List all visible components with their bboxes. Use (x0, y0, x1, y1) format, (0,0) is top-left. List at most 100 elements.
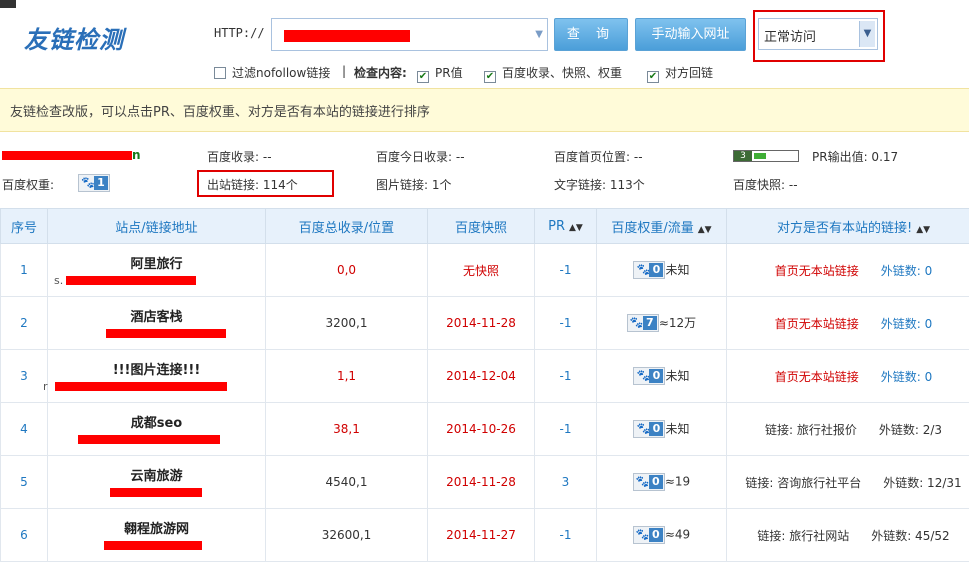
sort-icon[interactable]: ▲▼ (698, 225, 712, 235)
snapshot[interactable]: 2014-11-27 (428, 509, 535, 562)
table-header-row: 序号 站点/链接地址 百度总收录/位置 百度快照 PR▲▼ 百度权重/流量▲▼ … (1, 209, 969, 244)
domain-text: n (2, 148, 141, 162)
checkbox-checked-icon[interactable]: ✔ (484, 71, 496, 83)
snapshot[interactable]: 2014-11-28 (428, 456, 535, 509)
row-index: 1 (1, 244, 48, 297)
site-url[interactable] (48, 433, 265, 447)
site-cell[interactable]: 酒店客栈 (48, 297, 266, 350)
site-cell[interactable]: 翱程旅游网 (48, 509, 266, 562)
redacted-url (284, 30, 410, 42)
col-weight[interactable]: 百度权重/流量▲▼ (597, 209, 727, 244)
col-pr[interactable]: PR▲▼ (535, 209, 597, 244)
backlink-text: 首页无本站链接 (775, 317, 859, 331)
index-position: 4540,1 (266, 456, 428, 509)
http-label: HTTP:// (214, 26, 265, 40)
out-links-count: 外链数: 0 (881, 370, 933, 384)
site-name[interactable]: 翱程旅游网 (48, 518, 265, 537)
col-backlink[interactable]: 对方是否有本站的链接!▲▼ (727, 209, 969, 244)
paw-icon: 🐾 (81, 176, 95, 189)
weight-traffic: 🐾0未知 (597, 403, 727, 456)
row-index: 3 (1, 350, 48, 403)
site-url[interactable] (48, 327, 265, 341)
snapshot[interactable]: 无快照 (428, 244, 535, 297)
weight-traffic: 🐾0未知 (597, 350, 727, 403)
index-position: 38,1 (266, 403, 428, 456)
checkbox-checked-icon[interactable]: ✔ (417, 71, 429, 83)
table-row: 6翱程旅游网32600,12014-11-27-1🐾0≈49链接: 旅行社网站外… (1, 509, 969, 562)
backlink-status: 链接: 旅行社报价外链数: 2/3 (727, 403, 969, 456)
table-row: 5云南旅游4540,12014-11-283🐾0≈19链接: 咨询旅行社平台外链… (1, 456, 969, 509)
site-name[interactable]: 阿里旅行 (48, 253, 265, 272)
notice-bar: 友链检查改版，可以点击PR、百度权重、对方是否有本站的链接进行排序 (0, 88, 969, 132)
col-index-position: 百度总收录/位置 (266, 209, 428, 244)
sort-icon[interactable]: ▲▼ (916, 225, 930, 235)
weight-traffic: 🐾0≈49 (597, 509, 727, 562)
backlink-status: 首页无本站链接 外链数: 0 (727, 297, 969, 350)
site-url[interactable] (48, 539, 265, 553)
url-input[interactable]: ▼ (271, 18, 548, 51)
out-links-count: 外链数: 0 (881, 317, 933, 331)
site-cell[interactable]: 云南旅游 (48, 456, 266, 509)
access-mode-highlight: 正常访问 ▼ (753, 10, 885, 62)
site-url[interactable]: s. (48, 274, 265, 288)
pr-option[interactable]: ✔PR值 (417, 64, 463, 83)
pr-value: -1 (535, 403, 597, 456)
baidu-home: 百度首页位置: -- (554, 148, 643, 165)
table-row: 3!!!图片连接!!!r1,12014-12-04-1🐾0未知首页无本站链接外链… (1, 350, 969, 403)
baidu-weight-badge: 🐾1 (78, 174, 110, 192)
site-name[interactable]: 成都seo (48, 412, 265, 431)
checkbox-checked-icon[interactable]: ✔ (647, 71, 659, 83)
query-button[interactable]: 查 询 (554, 18, 628, 51)
backlink-text: 首页无本站链接 (775, 264, 859, 278)
site-name[interactable]: 酒店客栈 (48, 306, 265, 325)
traffic: ≈49 (665, 528, 690, 542)
filter-nofollow-option[interactable]: 过滤nofollow链接 (214, 64, 330, 81)
snapshot[interactable]: 2014-10-26 (428, 403, 535, 456)
index-position: 0,0 (266, 244, 428, 297)
snapshot[interactable]: 2014-11-28 (428, 297, 535, 350)
access-mode-select[interactable]: 正常访问 ▼ (758, 18, 878, 50)
logo: 友链检测 (24, 20, 124, 55)
redacted-url (104, 541, 202, 550)
site-cell[interactable]: 阿里旅行 s. (48, 244, 266, 297)
paw-icon: 🐾 (636, 369, 650, 382)
backlink-option[interactable]: ✔对方回链 (647, 64, 713, 83)
traffic: ≈19 (665, 475, 690, 489)
paw-icon: 🐾 (636, 528, 650, 541)
baidu-snapshot: 百度快照: -- (733, 176, 798, 193)
site-url[interactable]: r (48, 380, 265, 394)
site-name[interactable]: 云南旅游 (48, 465, 265, 484)
site-url[interactable] (48, 486, 265, 500)
dropdown-arrow-icon[interactable]: ▼ (535, 29, 543, 40)
out-links-count: 外链数: 12/31 (883, 476, 961, 490)
pr-value: -1 (535, 509, 597, 562)
col-snapshot: 百度快照 (428, 209, 535, 244)
access-mode-value: 正常访问 (764, 30, 816, 45)
weight-traffic: 🐾0≈19 (597, 456, 727, 509)
snapshot[interactable]: 2014-12-04 (428, 350, 535, 403)
traffic: ≈12万 (659, 316, 696, 330)
pr-value: -1 (535, 244, 597, 297)
link-table: 序号 站点/链接地址 百度总收录/位置 百度快照 PR▲▼ 百度权重/流量▲▼ … (0, 208, 969, 562)
col-index: 序号 (1, 209, 48, 244)
traffic: 未知 (665, 369, 689, 383)
site-cell[interactable]: 成都seo (48, 403, 266, 456)
backlink-text: 首页无本站链接 (775, 370, 859, 384)
backlink-text: 链接: 旅行社网站 (757, 529, 849, 543)
table-row: 4成都seo38,12014-10-26-1🐾0未知链接: 旅行社报价外链数: … (1, 403, 969, 456)
baidu-today: 百度今日收录: -- (376, 148, 465, 165)
paw-icon: 🐾 (636, 263, 650, 276)
site-name[interactable]: !!!图片连接!!! (48, 359, 265, 378)
checkbox-unchecked-icon[interactable] (214, 67, 226, 79)
baidu-option[interactable]: ✔百度收录、快照、权重 (484, 64, 622, 83)
image-links: 图片链接: 1个 (376, 176, 452, 193)
sort-icon[interactable]: ▲▼ (569, 223, 583, 233)
pr-value: 3 (535, 456, 597, 509)
chevron-down-icon[interactable]: ▼ (859, 21, 875, 47)
manual-input-button[interactable]: 手动输入网址 (635, 18, 746, 51)
backlink-text: 链接: 咨询旅行社平台 (745, 476, 861, 490)
pr-value: -1 (535, 297, 597, 350)
pr-fill (754, 153, 766, 159)
pr-bar: 3 (733, 150, 799, 162)
site-cell[interactable]: !!!图片连接!!! r (48, 350, 266, 403)
